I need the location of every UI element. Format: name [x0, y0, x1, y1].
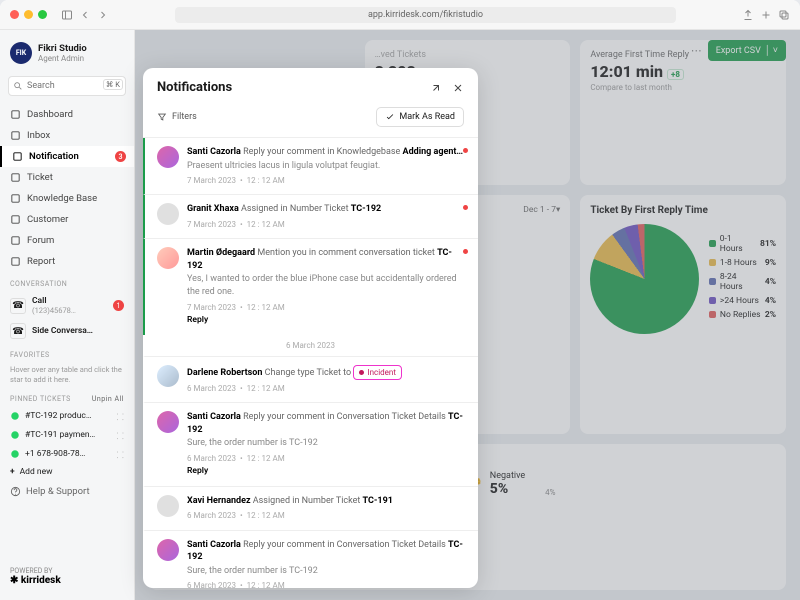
nav-label: Customer [27, 214, 68, 225]
workspace-switcher[interactable]: FIK Fikri Studio Agent Admin [0, 38, 134, 72]
window-max-icon[interactable] [38, 10, 47, 19]
pinned-ticket[interactable]: #TC-191 paymen…⸬ [0, 426, 134, 445]
filters-button[interactable]: Filters [157, 112, 197, 122]
nav-label: Knowledge Base [27, 193, 97, 204]
nav-item-forum[interactable]: Forum [0, 230, 134, 251]
notification-item[interactable]: Santi Cazorla Reply your comment in Conv… [143, 530, 478, 588]
conversation-item[interactable]: ☎Call(123)45678…1 [0, 292, 134, 319]
whatsapp-icon [10, 411, 20, 421]
unpin-icon[interactable]: ⸬ [117, 448, 124, 461]
nav-item-customer[interactable]: Customer [0, 209, 134, 230]
sidebar-footer: POWERED BY ✱ kirridesk [0, 561, 134, 592]
nav-label: Ticket [27, 172, 53, 183]
notifications-panel: Notifications Filters Mark As Read Santi… [143, 68, 478, 588]
help-link[interactable]: Help & Support [0, 480, 134, 503]
reply-button[interactable]: Reply [187, 315, 464, 327]
ticket-type-tag: Incident [353, 365, 402, 380]
inbox-icon [10, 130, 21, 141]
sidebar: FIK Fikri Studio Agent Admin ⌘ K Dashboa… [0, 30, 135, 600]
forum-icon [10, 235, 21, 246]
sidebar-toggle-icon[interactable] [61, 9, 73, 21]
pinned-ticket[interactable]: +1 678-908-78…⸬ [0, 445, 134, 464]
conversation-icon: ☎ [10, 298, 26, 314]
avatar [157, 203, 179, 225]
check-icon [385, 112, 395, 122]
nav-item-inbox[interactable]: Inbox [0, 125, 134, 146]
nav-item-knowledge-base[interactable]: Knowledge Base [0, 188, 134, 209]
pinned-label-row: PINNED TICKETS Unpin All [0, 387, 134, 407]
chart-icon [10, 256, 21, 267]
date-divider: 6 March 2023 [143, 335, 478, 356]
conversation-item[interactable]: ☎Side Conversa… [0, 319, 134, 343]
ticket-icon [10, 172, 21, 183]
unpin-icon[interactable]: ⸬ [117, 429, 124, 442]
window-close-icon[interactable] [10, 10, 19, 19]
nav-label: Report [27, 256, 55, 267]
bulb-icon [10, 193, 21, 204]
reply-button[interactable]: Reply [187, 466, 464, 478]
nav-badge: 3 [115, 151, 126, 162]
workspace-role: Agent Admin [38, 54, 87, 63]
avatar [157, 365, 179, 387]
notification-item[interactable]: Martin Ødegaard Mention you in comment c… [143, 238, 478, 334]
notification-item[interactable]: Xavi Hernandez Assigned in Number Ticket… [143, 486, 478, 530]
workspace-avatar: FIK [10, 42, 32, 64]
favorites-label: FAVORITES [0, 343, 134, 363]
user-icon [10, 214, 21, 225]
whatsapp-icon [10, 430, 20, 440]
conversation-icon: ☎ [10, 323, 26, 339]
browser-toolbar: app.kirridesk.com/fikristudio [0, 0, 800, 30]
notification-item[interactable]: Santi Cazorla Reply your comment in Conv… [143, 402, 478, 486]
search-icon [13, 81, 23, 91]
notification-item[interactable]: Santi Cazorla Reply your comment in Know… [143, 138, 478, 194]
add-pinned-button[interactable]: +Add new [0, 464, 134, 480]
nav-label: Inbox [27, 130, 50, 141]
nav-label: Forum [27, 235, 54, 246]
bell-icon [12, 151, 23, 162]
avatar [157, 247, 179, 269]
workspace-name: Fikri Studio [38, 43, 87, 54]
nav-item-ticket[interactable]: Ticket [0, 167, 134, 188]
avatar [157, 146, 179, 168]
nav-forward-icon[interactable] [97, 9, 109, 21]
avatar [157, 539, 179, 561]
panel-title: Notifications [157, 80, 232, 95]
tabs-icon[interactable] [778, 9, 790, 21]
nav-label: Notification [29, 151, 79, 162]
nav-item-dashboard[interactable]: Dashboard [0, 104, 134, 125]
expand-icon[interactable] [430, 82, 442, 94]
whatsapp-icon [10, 449, 20, 459]
search-shortcut: ⌘ K [103, 79, 123, 90]
nav-back-icon[interactable] [79, 9, 91, 21]
notification-item[interactable]: Darlene Robertson Change type Ticket to … [143, 356, 478, 402]
unpin-all-button[interactable]: Unpin All [92, 395, 124, 403]
grid-icon [10, 109, 21, 120]
search-input-wrap: ⌘ K [8, 76, 126, 96]
pinned-ticket[interactable]: #TC-192 produc…⸬ [0, 407, 134, 426]
notification-item[interactable]: Granit Xhaxa Assigned in Number Ticket T… [143, 194, 478, 238]
mark-as-read-button[interactable]: Mark As Read [376, 107, 464, 127]
share-icon[interactable] [742, 9, 754, 21]
filter-icon [157, 112, 167, 122]
address-bar[interactable]: app.kirridesk.com/fikristudio [175, 7, 676, 23]
notifications-list[interactable]: Santi Cazorla Reply your comment in Know… [143, 138, 478, 588]
conversation-label: CONVERSATION [0, 272, 134, 292]
plus-icon[interactable] [760, 9, 772, 21]
window-min-icon[interactable] [24, 10, 33, 19]
nav-item-notification[interactable]: Notification 3 [0, 146, 134, 167]
conv-badge: 1 [113, 300, 124, 311]
favorites-hint: Hover over any table and click the star … [0, 363, 134, 387]
close-icon[interactable] [452, 82, 464, 94]
nav-item-report[interactable]: Report [0, 251, 134, 272]
unpin-icon[interactable]: ⸬ [117, 410, 124, 423]
help-icon [10, 486, 21, 497]
avatar [157, 411, 179, 433]
avatar [157, 495, 179, 517]
nav-label: Dashboard [27, 109, 73, 120]
